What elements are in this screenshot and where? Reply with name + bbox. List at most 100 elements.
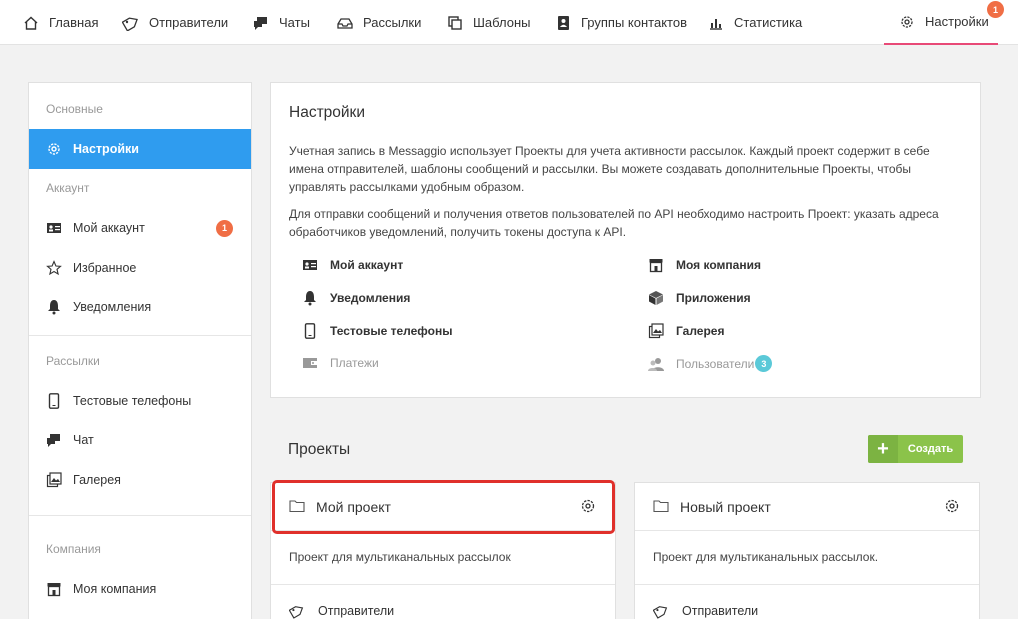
nav-label: Отправители (149, 15, 229, 30)
link-label: Платежи (330, 356, 379, 370)
sidebar: Основные Настройки Аккаунт Мой аккаунт 1… (28, 82, 252, 619)
sidebar-item-label: Настройки (73, 142, 139, 156)
bell-icon (302, 290, 318, 306)
notification-badge: 1 (987, 1, 1004, 18)
gallery-icon (46, 472, 62, 488)
wallet-icon (302, 355, 318, 371)
contact-book-icon (554, 14, 572, 32)
project-link-senders[interactable]: Отправители (653, 603, 758, 619)
sidebar-item-favorites[interactable]: Избранное (29, 248, 251, 288)
store-icon (46, 581, 62, 597)
nav-label: Настройки (925, 14, 989, 29)
sidebar-item-label: Галерея (73, 473, 121, 487)
link-my-company[interactable]: Моя компания (648, 257, 761, 273)
project-description: Проект для мультиканальных рассылок (289, 550, 511, 564)
create-project-button[interactable]: + Создать (868, 435, 963, 463)
nav-mailings[interactable]: Рассылки (336, 0, 421, 45)
card-title: Настройки (289, 104, 366, 121)
project-name: Мой проект (316, 498, 391, 515)
id-card-icon (46, 220, 62, 236)
link-label: Отправители (682, 604, 759, 618)
chat-icon (46, 432, 62, 448)
link-apps[interactable]: Приложения (648, 290, 751, 306)
project-header[interactable]: Новый проект (635, 483, 979, 531)
divider (635, 584, 979, 585)
cube-icon (648, 290, 664, 306)
gear-icon (898, 13, 916, 31)
folder-icon (289, 499, 305, 515)
sidebar-item-settings[interactable]: Настройки (29, 129, 251, 169)
nav-label: Группы контактов (581, 15, 687, 30)
project-card: Мой проект Проект для мультиканальных ра… (270, 482, 616, 619)
sidebar-item-my-account[interactable]: Мой аккаунт 1 (29, 208, 251, 248)
link-payments[interactable]: Платежи (302, 355, 379, 371)
paragraph-line: обработчиков уведомлений, получить токен… (289, 225, 627, 239)
sidebar-item-test-phones[interactable]: Тестовые телефоны (29, 381, 251, 421)
settings-card: Настройки Учетная запись в Messaggio исп… (270, 82, 981, 398)
sidebar-item-gallery[interactable]: Галерея (29, 460, 251, 500)
sidebar-item-my-company[interactable]: Моя компания (29, 569, 251, 609)
nav-settings[interactable]: Настройки 1 (884, 0, 1004, 45)
link-label: Отправители (318, 604, 395, 618)
project-header[interactable]: Мой проект (271, 483, 615, 531)
nav-templates[interactable]: Шаблоны (446, 0, 531, 45)
link-label: Приложения (676, 291, 751, 305)
nav-label: Статистика (734, 15, 803, 30)
link-my-account[interactable]: Мой аккаунт (302, 257, 403, 273)
project-link-senders[interactable]: Отправители (289, 603, 394, 619)
divider (29, 515, 251, 516)
top-navigation: Главная Отправители Чаты Рассылки Шаблон… (0, 0, 1018, 45)
paragraph-line: Для отправки сообщений и получения ответ… (289, 207, 939, 221)
plus-icon: + (868, 435, 898, 463)
sidebar-section-mailings: Рассылки (46, 354, 100, 368)
projects-title: Проекты (288, 441, 351, 458)
gear-icon (46, 141, 62, 157)
paragraph-line: управлять рассылками удобным образом. (289, 180, 525, 194)
sidebar-item-chat[interactable]: Чат (29, 420, 251, 460)
folder-icon (653, 499, 669, 515)
users-icon (648, 356, 664, 372)
sidebar-item-label: Моя компания (73, 582, 157, 596)
home-icon (22, 14, 40, 32)
star-icon (46, 260, 62, 276)
link-test-phones[interactable]: Тестовые телефоны (302, 323, 452, 339)
gallery-icon (648, 323, 664, 339)
bell-icon (46, 299, 62, 315)
divider (29, 335, 251, 336)
sidebar-item-label: Уведомления (73, 300, 152, 314)
bar-chart-icon (707, 14, 725, 32)
users-count-badge: 3 (755, 355, 773, 372)
sidebar-item-label: Чат (73, 433, 94, 447)
inbox-icon (336, 14, 354, 32)
tag-icon (122, 14, 140, 32)
id-card-icon (302, 257, 318, 273)
store-icon (648, 257, 664, 273)
sidebar-item-label: Избранное (73, 261, 137, 275)
project-settings-gear-icon[interactable] (944, 498, 962, 516)
project-card: Новый проект Проект для мультиканальных … (634, 482, 980, 619)
sidebar-section-company: Компания (46, 542, 101, 556)
description-paragraph: Учетная запись в Messaggio использует Пр… (289, 142, 949, 196)
tag-icon (653, 603, 669, 619)
project-settings-gear-icon[interactable] (580, 498, 598, 516)
nav-statistics[interactable]: Статистика (707, 0, 802, 45)
link-gallery[interactable]: Галерея (648, 323, 724, 339)
api-paragraph: Для отправки сообщений и получения ответ… (289, 205, 949, 241)
sidebar-item-label: Мой аккаунт (73, 221, 145, 235)
link-notifications[interactable]: Уведомления (302, 290, 410, 306)
link-users[interactable]: Пользователи 3 (648, 355, 773, 372)
phone-icon (46, 393, 62, 409)
nav-chats[interactable]: Чаты (252, 0, 310, 45)
nav-label: Главная (49, 15, 99, 30)
link-label: Мой аккаунт (330, 258, 404, 272)
project-name: Новый проект (680, 498, 771, 515)
phone-icon (302, 323, 318, 339)
link-label: Галерея (676, 324, 725, 338)
link-label: Тестовые телефоны (330, 324, 453, 338)
nav-home[interactable]: Главная (22, 0, 98, 45)
link-label: Пользователи (676, 356, 755, 371)
sidebar-item-label: Тестовые телефоны (73, 394, 192, 408)
nav-senders[interactable]: Отправители (122, 0, 228, 45)
sidebar-item-notifications[interactable]: Уведомления (29, 287, 251, 327)
nav-contact-groups[interactable]: Группы контактов (554, 0, 687, 45)
